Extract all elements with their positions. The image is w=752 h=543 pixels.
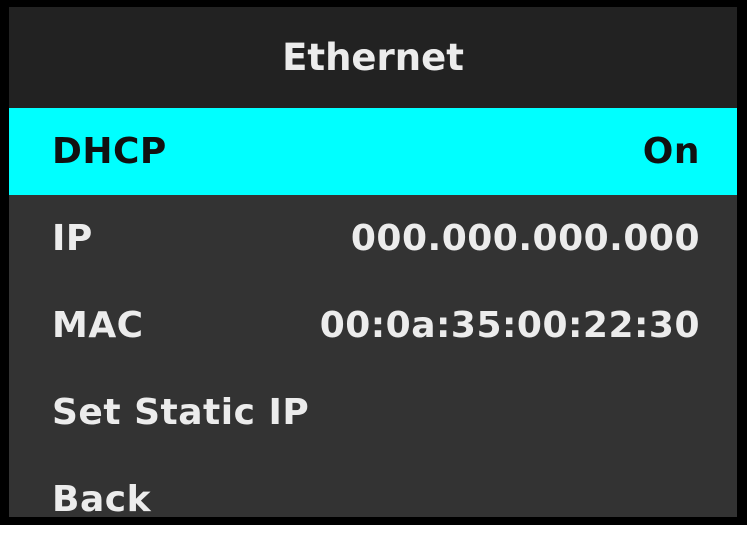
menu-item-dhcp[interactable]: DHCP On: [9, 108, 737, 195]
dhcp-status-value: On: [642, 131, 700, 172]
menu-item-back[interactable]: Back: [9, 456, 737, 543]
ethernet-menu-panel: Ethernet DHCP On IP 000.000.000.000 MAC …: [9, 7, 737, 520]
menu-item-label: IP: [52, 218, 93, 259]
menu-item-label: Back: [52, 479, 152, 520]
menu-item-label: Set Static IP: [52, 392, 310, 433]
menu-item-set-static-ip[interactable]: Set Static IP: [9, 369, 737, 456]
mac-address-value: 00:0a:35:00:22:30: [319, 305, 700, 346]
menu-item-label: DHCP: [52, 131, 167, 172]
menu-list: DHCP On IP 000.000.000.000 MAC 00:0a:35:…: [9, 108, 737, 543]
ip-address-value: 000.000.000.000: [350, 218, 700, 259]
menu-item-ip[interactable]: IP 000.000.000.000: [9, 195, 737, 282]
menu-title: Ethernet: [9, 7, 737, 108]
device-screen: Ethernet DHCP On IP 000.000.000.000 MAC …: [0, 0, 747, 525]
menu-item-mac[interactable]: MAC 00:0a:35:00:22:30: [9, 282, 737, 369]
menu-item-label: MAC: [52, 305, 144, 346]
